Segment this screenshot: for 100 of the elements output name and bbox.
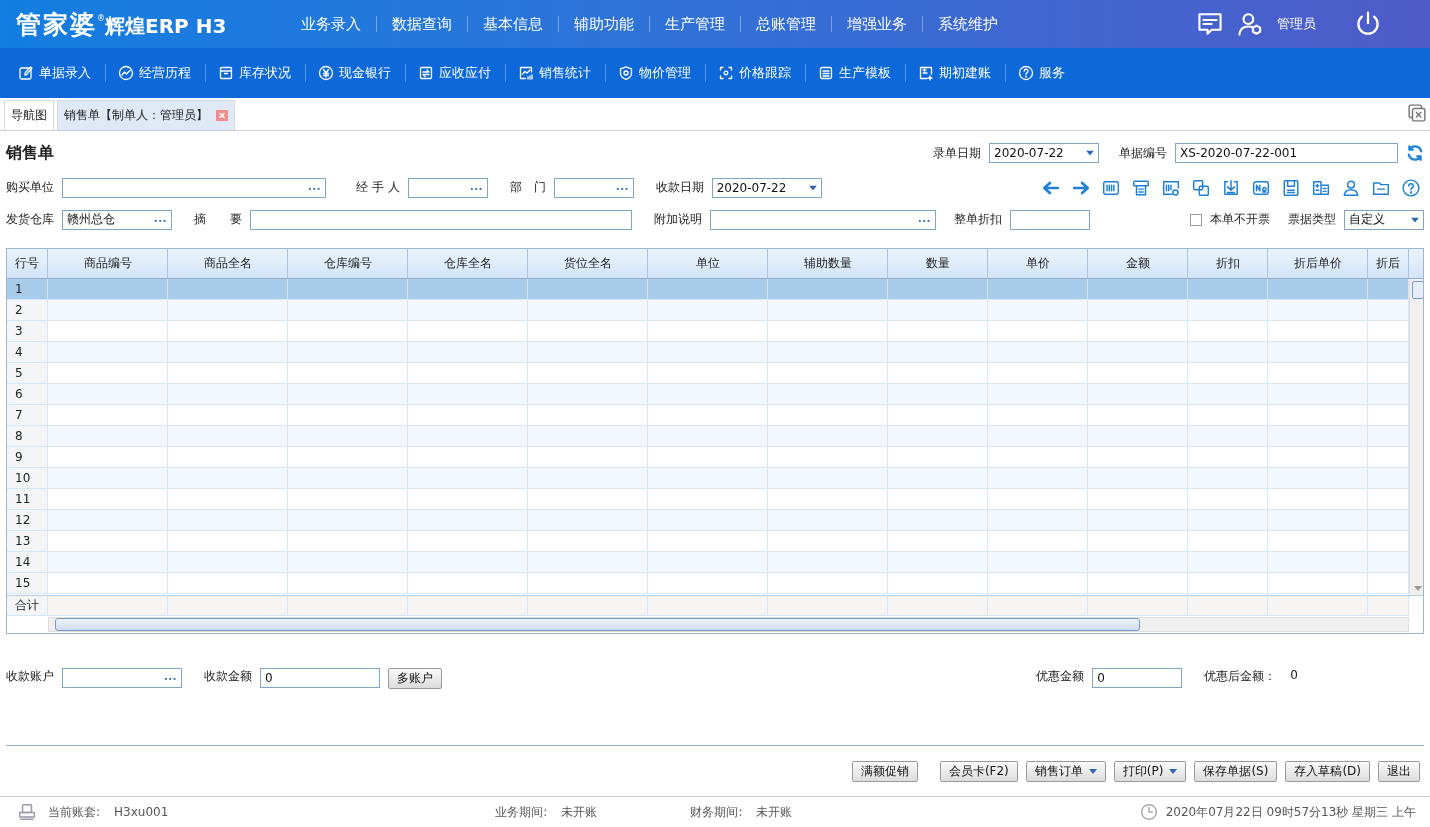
table-cell[interactable] (168, 299, 288, 321)
table-cell[interactable] (988, 488, 1088, 510)
table-cell[interactable] (1368, 467, 1409, 489)
table-cell[interactable] (1268, 341, 1368, 363)
input-field[interactable]: 0 (1092, 668, 1183, 688)
receipt-icon[interactable] (1132, 178, 1150, 197)
column-header[interactable]: 折扣 (1188, 249, 1268, 278)
table-cell[interactable] (1368, 299, 1409, 321)
menu-item[interactable]: 系统维护 (922, 16, 1013, 32)
action-button[interactable]: 销售订单 (1025, 760, 1106, 782)
action-button[interactable]: 会员卡(F2) (939, 760, 1018, 782)
table-cell[interactable] (988, 467, 1088, 489)
input-field[interactable] (62, 177, 326, 198)
refresh-icon[interactable] (1406, 144, 1424, 162)
menu-item[interactable]: 增强业务 (831, 16, 922, 32)
table-cell[interactable] (408, 467, 528, 489)
table-cell[interactable] (888, 551, 988, 573)
table-cell[interactable] (768, 383, 888, 405)
table-cell[interactable] (888, 299, 988, 321)
table-cell[interactable] (1268, 509, 1368, 531)
table-cell[interactable] (1188, 572, 1268, 594)
table-cell[interactable] (648, 320, 768, 342)
table-cell[interactable] (48, 341, 168, 363)
table-cell[interactable] (408, 572, 528, 594)
table-cell[interactable] (168, 404, 288, 426)
action-button[interactable]: 保存单据(S) (1194, 760, 1278, 782)
table-cell[interactable] (768, 572, 888, 594)
menu-item[interactable]: 业务录入 (286, 16, 376, 32)
column-header[interactable]: 辅助数量 (768, 249, 888, 278)
table-cell[interactable] (1188, 362, 1268, 384)
table-cell[interactable] (1188, 299, 1268, 321)
scroll-thumb[interactable] (55, 618, 1140, 631)
table-cell[interactable] (988, 425, 1088, 447)
toolbar-button[interactable]: 期初建账 (910, 64, 1006, 82)
menu-item[interactable]: 辅助功能 (558, 16, 649, 32)
table-cell[interactable] (988, 362, 1088, 384)
toolbar-button[interactable]: 销售统计 (510, 64, 606, 82)
toolbar-button[interactable]: 生产模板 (810, 64, 906, 82)
table-row[interactable]: 11 (7, 488, 1409, 510)
action-button[interactable]: 打印(P) (1113, 760, 1187, 782)
toolbar-button[interactable]: 库存状况 (210, 64, 306, 82)
table-row[interactable]: 5 (7, 362, 1409, 384)
table-cell[interactable] (1188, 341, 1268, 363)
barcode-icon[interactable] (1102, 178, 1120, 197)
table-row[interactable]: 6 (7, 383, 1409, 405)
horizontal-scrollbar[interactable] (48, 617, 1409, 632)
table-cell[interactable] (288, 278, 408, 300)
table-cell[interactable] (288, 467, 408, 489)
input-field[interactable] (250, 209, 632, 230)
column-header[interactable]: 商品编号 (48, 249, 168, 278)
table-cell[interactable] (888, 425, 988, 447)
menu-item[interactable]: 数据查询 (376, 16, 467, 32)
table-cell[interactable] (408, 551, 528, 573)
table-cell[interactable] (1268, 404, 1368, 426)
table-cell[interactable] (48, 530, 168, 552)
table-cell[interactable] (48, 404, 168, 426)
table-cell[interactable] (888, 278, 988, 300)
table-cell[interactable] (1268, 488, 1368, 510)
toolbar-button[interactable]: 现金银行 (310, 64, 406, 82)
table-cell[interactable] (168, 509, 288, 531)
table-cell[interactable] (1268, 572, 1368, 594)
table-cell[interactable] (1368, 383, 1409, 405)
column-header[interactable]: 单价 (988, 249, 1088, 278)
table-cell[interactable] (988, 299, 1088, 321)
table-cell[interactable] (648, 299, 768, 321)
table-cell[interactable] (648, 509, 768, 531)
table-cell[interactable] (528, 572, 648, 594)
scroll-down-icon[interactable] (1414, 586, 1422, 592)
dropdown-caret-icon[interactable] (1086, 150, 1094, 156)
table-cell[interactable] (288, 488, 408, 510)
table-cell[interactable] (888, 530, 988, 552)
menu-item[interactable]: 总账管理 (740, 16, 831, 32)
table-cell[interactable] (408, 299, 528, 321)
table-cell[interactable] (888, 446, 988, 468)
toolbar-button[interactable]: 物价管理 (610, 64, 706, 82)
table-cell[interactable] (1188, 320, 1268, 342)
table-cell[interactable] (1188, 509, 1268, 531)
table-cell[interactable] (648, 278, 768, 300)
table-row[interactable]: 7 (7, 404, 1409, 426)
table-cell[interactable] (768, 467, 888, 489)
table-cell[interactable] (1268, 425, 1368, 447)
power-icon[interactable] (1354, 10, 1382, 38)
table-cell[interactable] (168, 341, 288, 363)
table-row[interactable]: 2 (7, 299, 1409, 321)
table-cell[interactable] (1088, 509, 1188, 531)
table-cell[interactable] (288, 404, 408, 426)
close-windows-icon[interactable] (1408, 104, 1426, 122)
table-cell[interactable] (1088, 425, 1188, 447)
table-cell[interactable] (1188, 467, 1268, 489)
table-cell[interactable] (768, 530, 888, 552)
table-cell[interactable] (48, 383, 168, 405)
column-header[interactable]: 单位 (648, 249, 768, 278)
table-cell[interactable] (768, 509, 888, 531)
table-cell[interactable] (888, 341, 988, 363)
table-cell[interactable] (988, 278, 1088, 300)
table-cell[interactable] (768, 551, 888, 573)
table-cell[interactable] (1088, 299, 1188, 321)
download-icon[interactable] (1222, 178, 1240, 197)
table-cell[interactable] (408, 425, 528, 447)
table-cell[interactable] (768, 320, 888, 342)
